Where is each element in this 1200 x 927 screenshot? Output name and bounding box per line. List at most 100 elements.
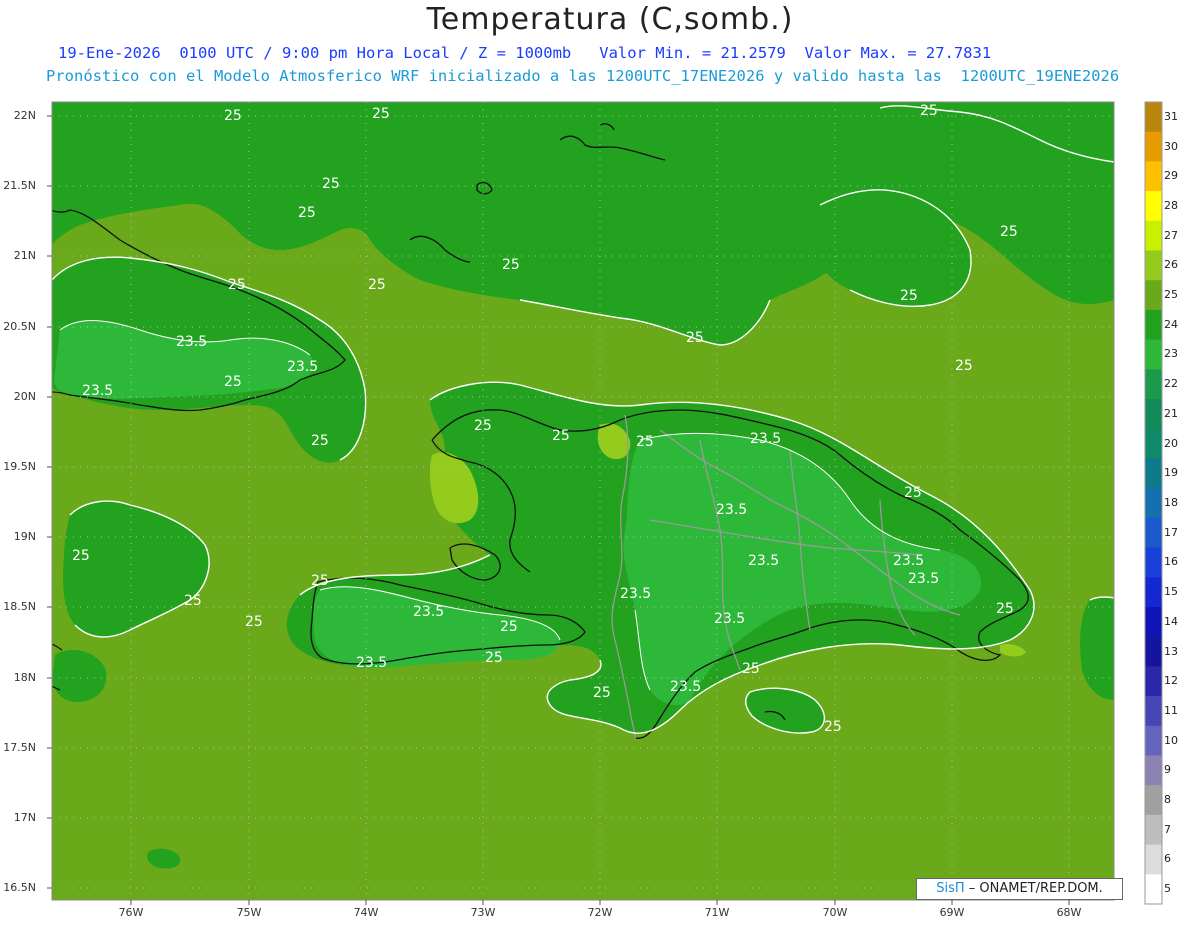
colorbar-label: 5 bbox=[1164, 882, 1171, 896]
contour-label: 25 bbox=[593, 685, 611, 701]
colorbar-label: 31 bbox=[1164, 109, 1178, 123]
contour-label: 25 bbox=[311, 573, 329, 589]
colorbar-swatch bbox=[1145, 280, 1162, 311]
colorbar-label: 9 bbox=[1164, 763, 1171, 777]
colorbar-label: 20 bbox=[1164, 436, 1178, 450]
colorbar-swatch bbox=[1145, 696, 1162, 727]
colorbar-swatch bbox=[1145, 161, 1162, 192]
contour-label: 25 bbox=[920, 103, 938, 119]
contour-label: 25 bbox=[500, 619, 518, 635]
lat-label: 22N bbox=[13, 109, 36, 122]
contour-label: 23.5 bbox=[356, 655, 387, 671]
lat-label: 18N bbox=[13, 671, 36, 684]
lon-label: 74W bbox=[353, 906, 379, 919]
colorbar-swatch bbox=[1145, 488, 1162, 519]
lat-label: 19N bbox=[13, 530, 36, 543]
lat-label: 17.5N bbox=[3, 741, 36, 754]
lon-label: 72W bbox=[587, 906, 613, 919]
colorbar-label: 27 bbox=[1164, 228, 1178, 242]
contour-label: 25 bbox=[224, 374, 242, 390]
contour-label: 25 bbox=[184, 593, 202, 609]
contour-label: 23.5 bbox=[893, 553, 924, 569]
contour-label: 25 bbox=[1000, 224, 1018, 240]
colorbar-label: 24 bbox=[1164, 317, 1178, 331]
contour-label: 25 bbox=[955, 358, 973, 374]
colorbar-swatch bbox=[1145, 250, 1162, 281]
contour-label: 25 bbox=[228, 277, 246, 293]
lon-label: 75W bbox=[236, 906, 262, 919]
lon-label: 76W bbox=[118, 906, 144, 919]
colorbar bbox=[1144, 101, 1163, 905]
contour-label: 23.5 bbox=[287, 359, 318, 375]
colorbar-swatch bbox=[1145, 755, 1162, 786]
temperature-map: 25 25 25 25 25 25 25 25 25 25 25 25 25 2… bbox=[47, 101, 1163, 905]
colorbar-label: 12 bbox=[1164, 674, 1178, 688]
lat-label: 21N bbox=[13, 249, 36, 262]
colorbar-label: 16 bbox=[1164, 555, 1178, 569]
colorbar-label: 6 bbox=[1164, 852, 1171, 866]
colorbar-label: 25 bbox=[1164, 288, 1178, 302]
lat-label: 17N bbox=[13, 811, 36, 824]
lon-label: 68W bbox=[1056, 906, 1082, 919]
colorbar-label: 21 bbox=[1164, 406, 1178, 420]
colorbar-label: 28 bbox=[1164, 198, 1178, 212]
colorbar-label: 26 bbox=[1164, 258, 1178, 272]
credit-text: – ONAMET/REP.DOM. bbox=[968, 881, 1103, 896]
lon-label: 70W bbox=[822, 906, 848, 919]
colorbar-label: 18 bbox=[1164, 496, 1178, 509]
colorbar-label: 13 bbox=[1164, 644, 1178, 658]
contour-label: 25 bbox=[636, 434, 654, 450]
contour-label: 23.5 bbox=[750, 431, 781, 447]
colorbar-swatch bbox=[1145, 428, 1162, 459]
colorbar-label: 22 bbox=[1164, 377, 1178, 391]
colorbar-label: 17 bbox=[1164, 525, 1178, 539]
contour-label: 25 bbox=[368, 277, 386, 293]
colorbar-swatch bbox=[1145, 666, 1162, 697]
contour-label: 25 bbox=[824, 719, 842, 735]
colorbar-label: 19 bbox=[1164, 466, 1178, 480]
colorbar-swatch bbox=[1145, 220, 1162, 252]
contour-label: 23.5 bbox=[670, 679, 701, 695]
contour-label: 25 bbox=[686, 330, 704, 346]
colorbar-swatch bbox=[1145, 339, 1162, 370]
lat-label: 16.5N bbox=[3, 881, 36, 894]
colorbar-label: 23 bbox=[1164, 347, 1178, 361]
colorbar-swatch bbox=[1145, 458, 1162, 489]
colorbar-swatch bbox=[1145, 191, 1162, 222]
contour-label: 25 bbox=[72, 548, 90, 564]
contour-label: 23.5 bbox=[714, 611, 745, 627]
lon-label: 73W bbox=[470, 906, 496, 919]
contour-label: 23.5 bbox=[716, 502, 747, 518]
contour-label: 25 bbox=[904, 485, 922, 501]
colorbar-label: 11 bbox=[1164, 703, 1178, 717]
colorbar-swatch bbox=[1145, 102, 1162, 133]
colorbar-swatch bbox=[1145, 814, 1162, 846]
colorbar-swatch bbox=[1145, 785, 1162, 816]
colorbar-swatch bbox=[1145, 606, 1162, 638]
credit-box: SisΠ – ONAMET/REP.DOM. bbox=[916, 878, 1123, 900]
colorbar-label: 30 bbox=[1164, 139, 1178, 153]
lon-label: 69W bbox=[939, 906, 965, 919]
contour-label: 25 bbox=[900, 288, 918, 304]
colorbar-swatch bbox=[1145, 636, 1162, 667]
contour-label: 25 bbox=[552, 428, 570, 444]
colorbar-swatch bbox=[1145, 369, 1162, 400]
colorbar-swatch bbox=[1145, 399, 1162, 430]
contour-label: 25 bbox=[322, 176, 340, 192]
contour-label: 25 bbox=[742, 661, 760, 677]
colorbar-swatch bbox=[1145, 517, 1162, 549]
contour-label: 23.5 bbox=[620, 586, 651, 602]
contour-label: 25 bbox=[298, 205, 316, 221]
lat-label: 20.5N bbox=[3, 320, 36, 333]
contour-label: 25 bbox=[485, 650, 503, 666]
contour-label: 25 bbox=[474, 418, 492, 434]
colorbar-label: 10 bbox=[1164, 733, 1178, 747]
lat-label: 21.5N bbox=[3, 179, 36, 192]
colorbar-label: 29 bbox=[1164, 169, 1178, 183]
colorbar-label: 8 bbox=[1164, 793, 1171, 807]
contour-label: 25 bbox=[372, 106, 390, 122]
colorbar-label: 14 bbox=[1164, 614, 1178, 628]
colorbar-swatch bbox=[1145, 725, 1162, 756]
lon-label: 71W bbox=[704, 906, 730, 919]
colorbar-swatch bbox=[1145, 577, 1162, 608]
